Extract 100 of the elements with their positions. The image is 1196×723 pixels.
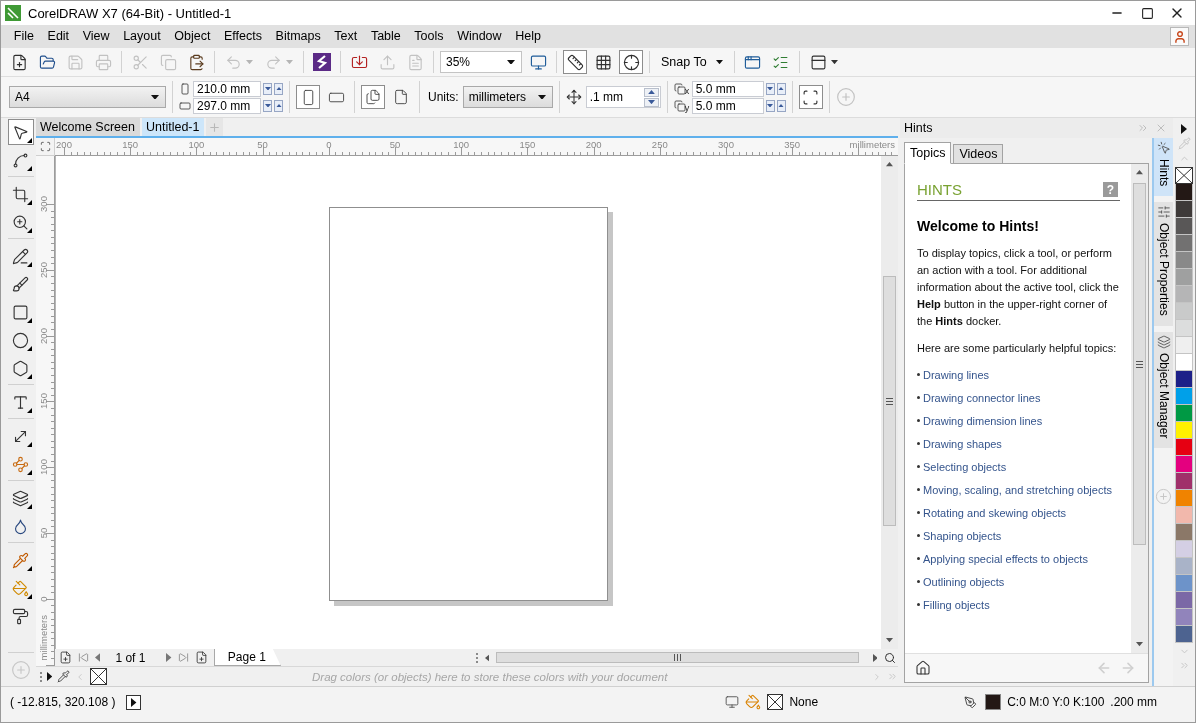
color-swatch-icon[interactable]: [1175, 524, 1193, 541]
docker-side-tab[interactable]: Object Properties: [1154, 202, 1173, 327]
color-swatch-icon[interactable]: [1175, 490, 1193, 507]
add-page-icon[interactable]: [59, 651, 72, 664]
color-swatch-icon[interactable]: [1175, 201, 1193, 218]
page-tab[interactable]: Page 1: [213, 649, 281, 666]
color-swatch-icon[interactable]: [1175, 422, 1193, 439]
color-swatch-icon[interactable]: [1175, 337, 1193, 354]
color-swatch-icon[interactable]: [1175, 609, 1193, 626]
spin-down-button[interactable]: [643, 97, 659, 107]
spin-up-button[interactable]: [776, 99, 786, 112]
menu-item[interactable]: Tools: [407, 25, 451, 48]
color-swatch-icon[interactable]: [1175, 184, 1193, 201]
duplicate-distance-field[interactable]: 5.0 mm: [691, 80, 764, 97]
menu-item[interactable]: File: [7, 25, 41, 48]
next-page-icon[interactable]: [166, 653, 172, 662]
color-swatch-icon[interactable]: [1175, 439, 1193, 456]
color-swatch-icon[interactable]: [1175, 371, 1193, 388]
scrollbar-thumb[interactable]: [1133, 183, 1146, 545]
rulers-toggle[interactable]: [563, 50, 587, 74]
color-swatch-icon[interactable]: [1175, 269, 1193, 286]
topic-link[interactable]: Applying special effects to objects: [923, 551, 1088, 568]
color-swatch-icon[interactable]: [1175, 558, 1193, 575]
menu-item[interactable]: Table: [364, 25, 408, 48]
menu-item[interactable]: Layout: [116, 25, 168, 48]
status-info-button[interactable]: [126, 694, 142, 710]
palette-menu-icon[interactable]: [47, 672, 53, 681]
docker-tab[interactable]: Videos: [953, 144, 1004, 163]
topic-link[interactable]: Filling objects: [923, 597, 990, 614]
color-swatch-icon[interactable]: [1175, 575, 1193, 592]
portrait-button[interactable]: [296, 85, 320, 109]
color-swatch-icon[interactable]: [1175, 320, 1193, 337]
color-swatch-icon[interactable]: [1175, 303, 1193, 320]
menu-item[interactable]: Object: [167, 25, 218, 48]
menu-item[interactable]: Effects: [217, 25, 269, 48]
spin-up-button[interactable]: [274, 82, 283, 95]
menu-item[interactable]: Edit: [40, 25, 76, 48]
docker-side-tab[interactable]: Hints: [1154, 138, 1173, 197]
add-page-icon[interactable]: [194, 651, 208, 664]
color-swatch-icon[interactable]: [1175, 626, 1193, 643]
docker-side-tab[interactable]: Object Manager: [1154, 332, 1173, 449]
zoom-level-dropdown[interactable]: 35%: [440, 51, 522, 73]
eyedropper-icon[interactable]: [57, 670, 71, 683]
topic-link[interactable]: Drawing shapes: [923, 436, 1002, 453]
topic-link[interactable]: Rotating and skewing objects: [923, 505, 1067, 522]
topic-link[interactable]: Drawing connector lines: [923, 390, 1041, 407]
topic-link[interactable]: Shaping objects: [923, 528, 1002, 545]
color-swatch-icon[interactable]: [1175, 235, 1193, 252]
dimension-field[interactable]: 297.0 mm: [193, 97, 261, 114]
no-color-icon[interactable]: [1175, 167, 1193, 184]
palette-menu-icon[interactable]: [1181, 124, 1187, 134]
menu-item[interactable]: Bitmaps: [268, 25, 328, 48]
units-dropdown[interactable]: millimeters: [462, 86, 553, 108]
treat-as-filled-button[interactable]: [798, 85, 823, 109]
color-swatch-icon[interactable]: [1175, 592, 1193, 609]
menu-item[interactable]: View: [75, 25, 117, 48]
spin-up-button[interactable]: [776, 82, 786, 95]
page-size-dropdown[interactable]: A4: [9, 86, 166, 108]
account-button[interactable]: [1170, 27, 1189, 46]
document-tab[interactable]: Untitled-1: [141, 118, 205, 136]
topic-link[interactable]: Selecting objects: [923, 459, 1007, 476]
color-swatch-icon[interactable]: [1175, 218, 1193, 235]
document-tab[interactable]: Welcome Screen: [36, 118, 140, 136]
color-swatch-icon[interactable]: [1175, 541, 1193, 558]
color-swatch-icon[interactable]: [1175, 507, 1193, 524]
previous-page-icon[interactable]: [95, 653, 101, 662]
snap-to-menu[interactable]: Snap To: [656, 51, 728, 73]
spin-up-button[interactable]: [274, 99, 283, 112]
color-swatch-icon[interactable]: [1175, 473, 1193, 490]
menu-item[interactable]: Help: [508, 25, 548, 48]
connect-button[interactable]: [310, 50, 334, 74]
tool-button[interactable]: [7, 119, 34, 145]
guidelines-toggle[interactable]: [619, 50, 643, 74]
topic-link[interactable]: Drawing dimension lines: [923, 413, 1043, 430]
nudge-field[interactable]: .1 mm: [585, 86, 661, 108]
menu-item[interactable]: Text: [327, 25, 365, 48]
spin-down-button[interactable]: [765, 82, 775, 95]
color-swatch-icon[interactable]: [1175, 354, 1193, 371]
spin-up-button[interactable]: [643, 87, 659, 97]
topic-link[interactable]: Outlining objects: [923, 574, 1005, 591]
docker-tab[interactable]: Topics: [904, 142, 952, 164]
topic-link[interactable]: Moving, scaling, and stretching objects: [923, 482, 1112, 499]
topic-link[interactable]: Drawing lines: [923, 367, 990, 384]
dimension-field[interactable]: 210.0 mm: [193, 80, 261, 97]
scrollbar-thumb[interactable]: [496, 652, 859, 663]
no-color-icon[interactable]: [90, 668, 108, 685]
color-swatch-icon[interactable]: [1175, 252, 1193, 269]
zoom-icon[interactable]: [883, 651, 896, 664]
menu-item[interactable]: Window: [450, 25, 509, 48]
spin-down-button[interactable]: [765, 99, 775, 112]
home-icon[interactable]: [915, 660, 931, 676]
color-swatch-icon[interactable]: [1175, 456, 1193, 473]
spin-down-button[interactable]: [263, 82, 272, 95]
color-swatch-icon[interactable]: [1175, 388, 1193, 405]
scrollbar-thumb[interactable]: [883, 276, 896, 526]
duplicate-distance-field[interactable]: 5.0 mm: [691, 97, 764, 114]
color-swatch-icon[interactable]: [1175, 286, 1193, 303]
color-swatch-icon[interactable]: [1175, 405, 1193, 422]
all-pages-button[interactable]: [361, 85, 385, 109]
spin-down-button[interactable]: [263, 99, 272, 112]
